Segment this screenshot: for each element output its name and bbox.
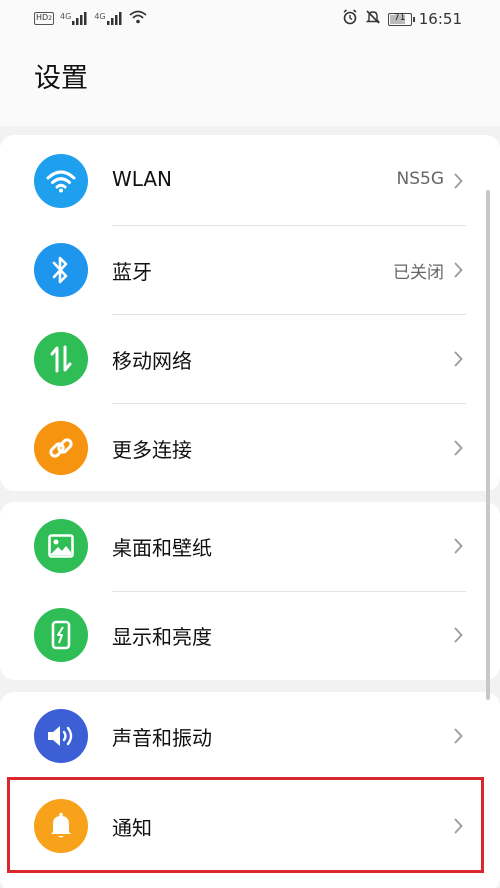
settings-item-bluetooth[interactable]: 蓝牙 已关闭 [0,226,500,314]
settings-item-label: 蓝牙 [112,260,152,284]
bluetooth-icon [34,243,88,297]
settings-group-display: 桌面和壁纸 显示和亮度 [0,502,500,680]
bell-icon [34,799,88,853]
mobile-data-icon [34,332,88,386]
signal-icon-1: 4G [60,12,88,25]
settings-item-mobile-network[interactable]: 移动网络 [0,315,500,403]
settings-item-label: WLAN [112,167,173,191]
settings-item-label: 更多连接 [112,438,192,462]
alarm-icon [342,9,358,29]
settings-item-label: 声音和振动 [112,726,212,750]
chevron-right-icon [454,173,463,189]
clock: 16:51 [418,10,462,28]
settings-item-display[interactable]: 显示和亮度 [0,591,500,679]
image-icon [34,519,88,573]
settings-item-wallpaper[interactable]: 桌面和壁纸 [0,502,500,590]
settings-item-notifications[interactable]: 通知 [0,782,500,870]
settings-item-label: 桌面和壁纸 [112,536,212,560]
header: 设置 [0,36,500,126]
chevron-right-icon [454,818,463,834]
speaker-icon [34,709,88,763]
settings-item-value: 已关闭 [393,263,444,283]
battery-icon: 71 [387,12,415,26]
chevron-right-icon [454,538,463,554]
wifi-icon [34,154,88,208]
chevron-right-icon [454,440,463,456]
mute-icon [365,9,381,29]
chevron-right-icon [454,262,463,278]
page-title: 设置 [34,63,88,94]
status-right: 71 16:51 [342,9,462,29]
settings-group-sound: 声音和振动 通知 [0,692,500,888]
brightness-icon [34,608,88,662]
scrollbar[interactable] [486,190,490,700]
status-bar: HD2 4G 4G 71 16:51 [0,0,500,36]
chevron-right-icon [454,627,463,643]
settings-item-label: 通知 [112,816,152,840]
settings-item-label: 显示和亮度 [112,625,212,649]
status-left: HD2 4G 4G [34,9,147,28]
chevron-right-icon [454,728,463,744]
hd-voice-icon: HD2 [34,12,55,25]
settings-group-connectivity: WLAN NS5G 蓝牙 已关闭 移动网络 更多连接 [0,135,500,491]
settings-item-value: NS5G [396,169,445,189]
link-icon [34,421,88,475]
settings-item-wlan[interactable]: WLAN NS5G [0,137,500,225]
signal-icon-2: 4G [94,12,122,25]
settings-item-sound[interactable]: 声音和振动 [0,692,500,780]
wifi-status-icon [129,9,147,28]
chevron-right-icon [454,351,463,367]
settings-item-label: 移动网络 [112,349,192,373]
settings-item-more-connections[interactable]: 更多连接 [0,404,500,492]
